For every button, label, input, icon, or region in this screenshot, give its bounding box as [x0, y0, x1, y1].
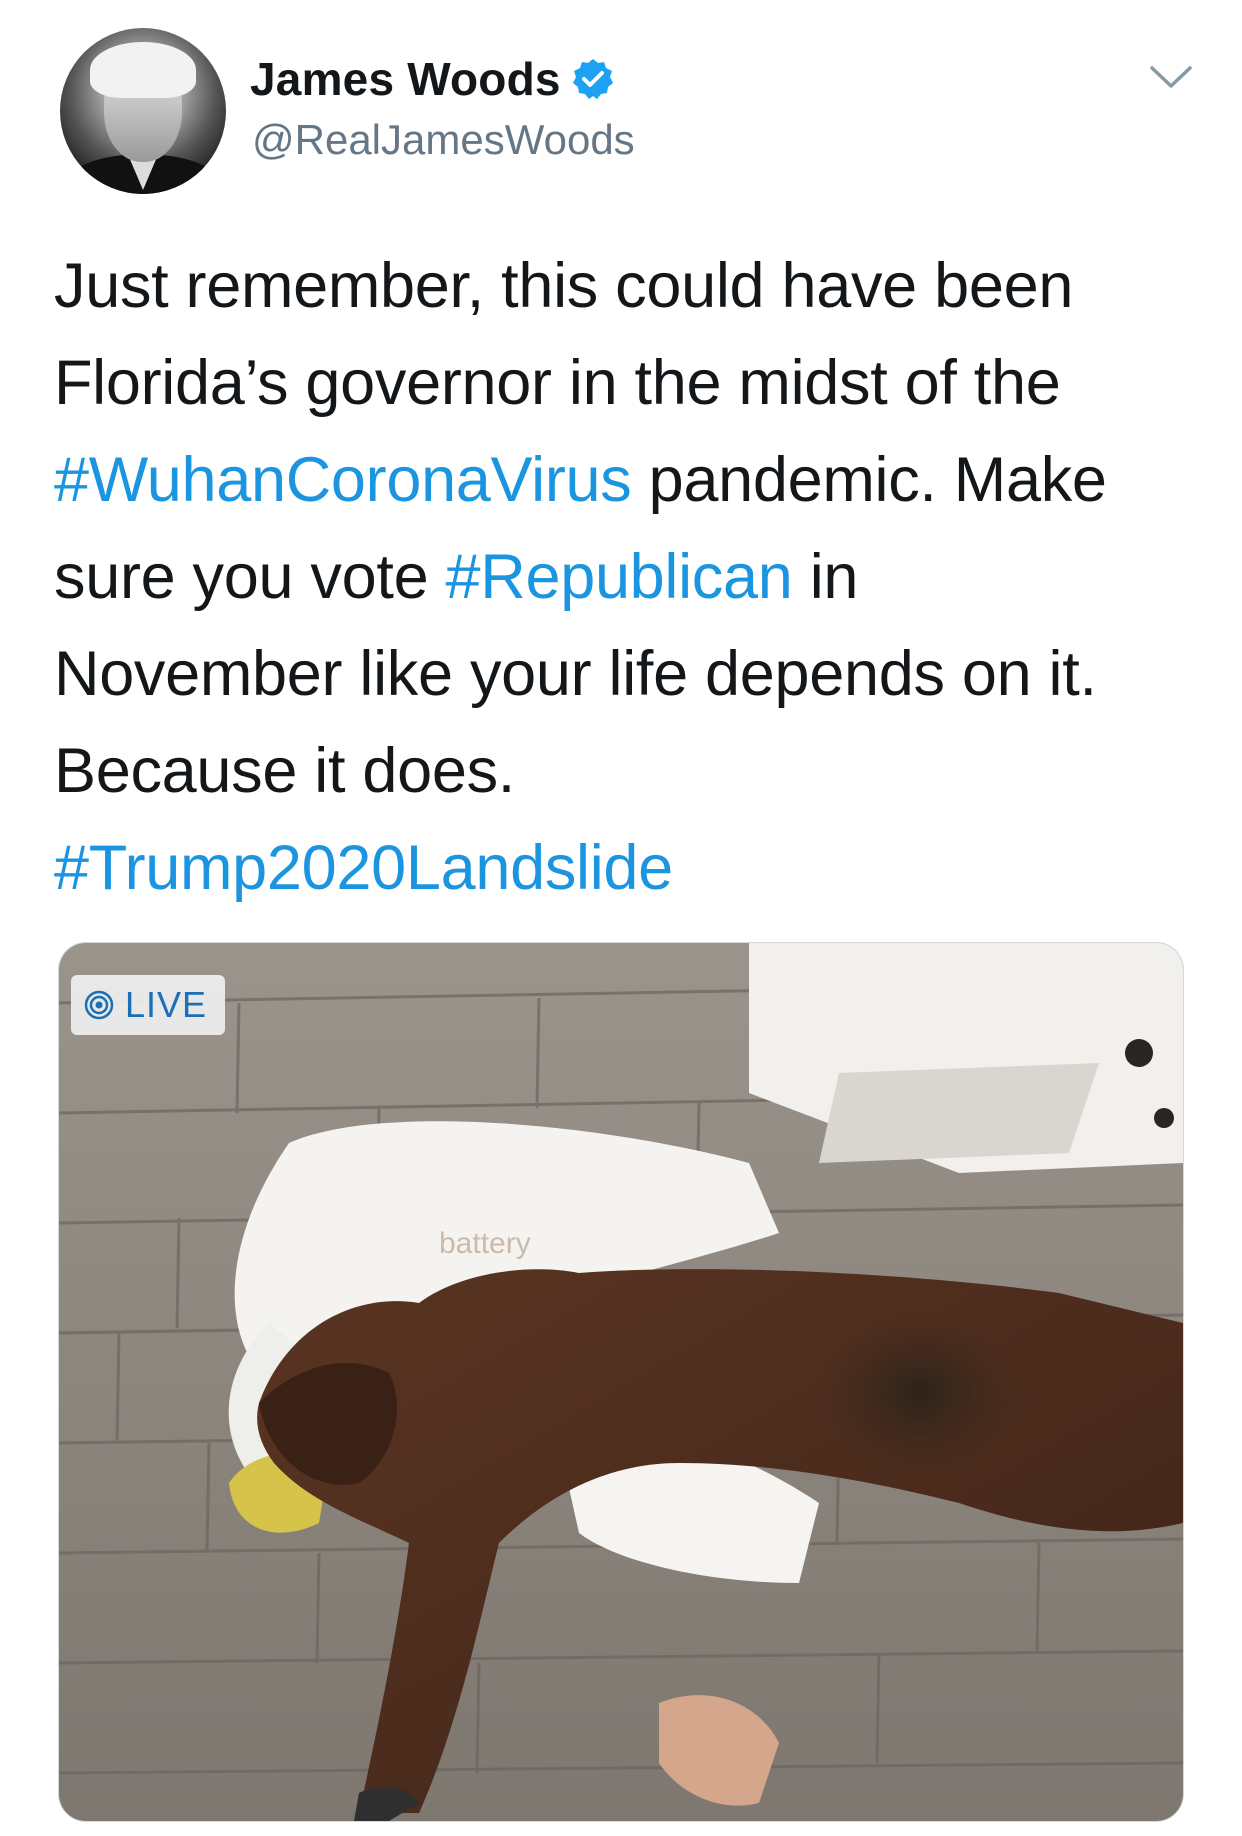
tweet-text: Just remember, this could have been Flori… [54, 238, 1194, 917]
tweet-text-line: Florida’s governor in the midst of the [54, 335, 1194, 432]
hashtag-link[interactable]: #WuhanCoronaVirus [54, 445, 632, 515]
tweet-text-segment: Florida’s governor in the midst of the [54, 348, 1061, 418]
live-badge: LIVE [71, 975, 226, 1035]
hashtag-link[interactable]: #Republican [446, 542, 793, 612]
author-handle[interactable]: @RealJamesWoods [252, 116, 635, 164]
tweet-media[interactable]: battery LIVE [58, 942, 1184, 1822]
tweet-text-line: Just remember, this could have been [54, 238, 1194, 335]
author-display-name[interactable]: James Woods [250, 52, 561, 106]
tweet-text-segment: in [792, 542, 859, 612]
tweet-text-line: November like your life depends on it. [54, 626, 1194, 723]
verified-badge-icon [571, 57, 615, 101]
tweet-text-line: #Trump2020Landslide [54, 820, 1194, 917]
media-image: battery [59, 943, 1183, 1821]
hashtag-link[interactable]: #Trump2020Landslide [54, 833, 673, 903]
tweet-text-line: Because it does. [54, 723, 1194, 820]
tweet-text-line: #WuhanCoronaVirus pandemic. Make [54, 432, 1194, 529]
tweet-card: James Woods @RealJamesWoods Just remembe… [0, 0, 1242, 1836]
tweet-text-segment: November like your life depends on it. [54, 639, 1097, 709]
live-broadcast-icon [83, 989, 115, 1021]
tweet-text-segment: sure you vote [54, 542, 446, 612]
tweet-text-segment: pandemic. Make [631, 445, 1107, 515]
tweet-text-segment: Just remember, this could have been [54, 251, 1074, 321]
author-name-row: James Woods [250, 52, 615, 106]
live-badge-label: LIVE [125, 984, 208, 1025]
tweet-text-segment: Because it does. [54, 736, 515, 806]
avatar-hair [90, 42, 196, 98]
avatar[interactable] [60, 28, 226, 194]
tweet-text-line: sure you vote #Republican in [54, 529, 1194, 626]
chevron-down-icon[interactable] [1148, 62, 1194, 92]
svg-text:battery: battery [439, 1227, 531, 1260]
